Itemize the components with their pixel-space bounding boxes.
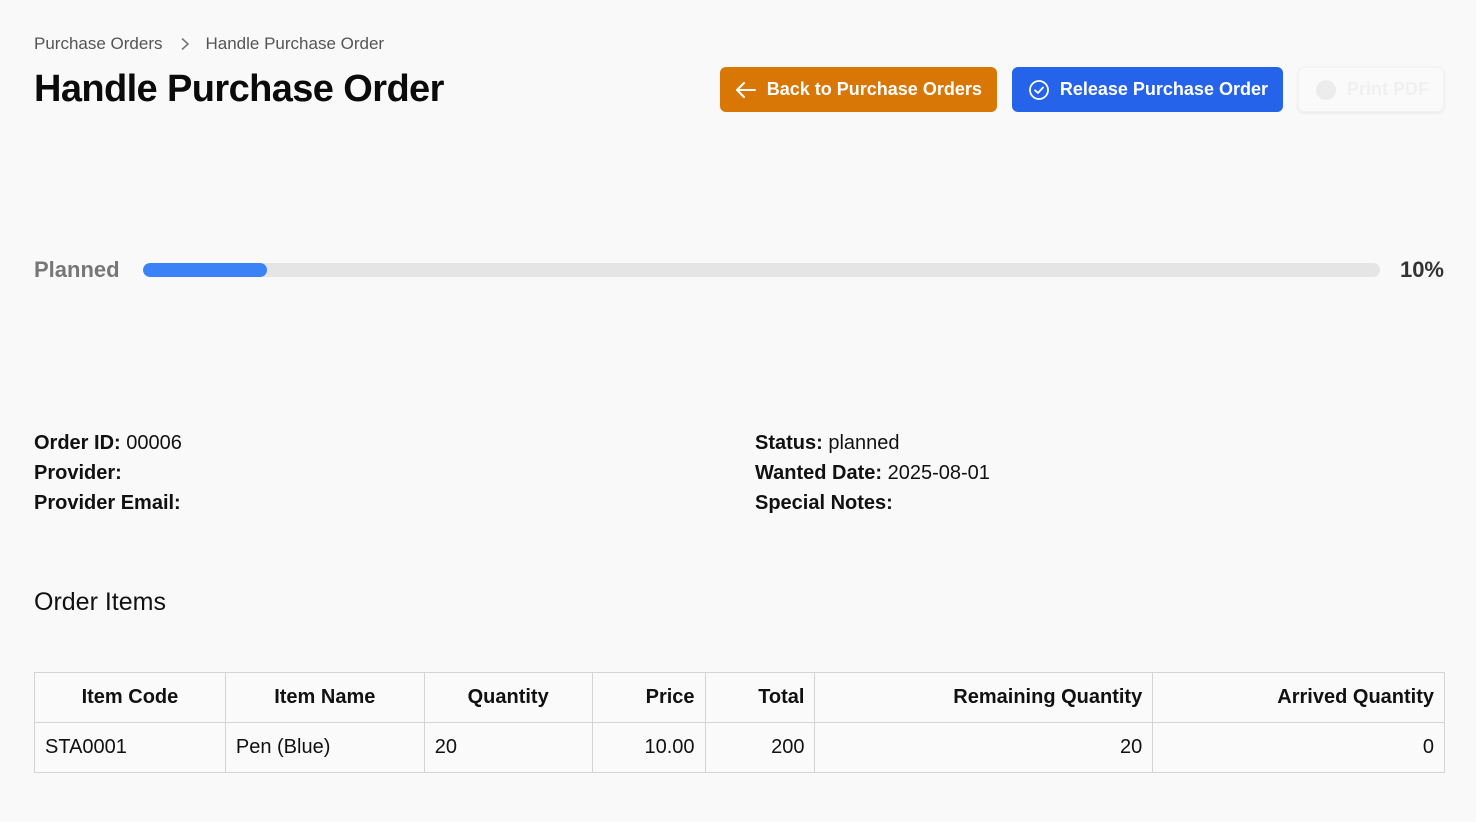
provider-email-label: Provider Email:	[34, 492, 181, 514]
special-notes-label: Special Notes:	[755, 492, 893, 514]
cell-remaining-quantity: 20	[814, 722, 1154, 773]
order-items-title: Order Items	[34, 588, 166, 616]
arrow-left-icon	[735, 81, 757, 99]
printer-icon	[1315, 79, 1337, 101]
order-id-row: Order ID: 00006	[34, 428, 182, 458]
cell-total: 200	[704, 722, 816, 773]
order-items-table: Item Code Item Name Quantity Price Total…	[34, 672, 1445, 773]
column-header-remaining-quantity: Remaining Quantity	[814, 672, 1154, 723]
table-header-row: Item Code Item Name Quantity Price Total…	[34, 672, 1445, 723]
provider-row: Provider:	[34, 458, 182, 488]
wanted-date-label: Wanted Date:	[755, 462, 883, 484]
order-info-left: Order ID: 00006 Provider: Provider Email…	[34, 428, 182, 518]
progress-fill	[143, 263, 267, 277]
action-bar: Back to Purchase Orders Release Purchase…	[719, 67, 1444, 112]
print-button-label: Print PDF	[1346, 79, 1429, 99]
column-header-item-name: Item Name	[224, 672, 425, 723]
cell-item-name: Pen (Blue)	[224, 722, 425, 773]
order-id-label: Order ID:	[34, 432, 121, 454]
release-button-label: Release Purchase Order	[1059, 79, 1268, 99]
column-header-item-code: Item Code	[34, 672, 226, 723]
back-to-purchase-orders-button[interactable]: Back to Purchase Orders	[719, 67, 997, 112]
wanted-date-value: 2025-08-01	[887, 462, 990, 484]
order-info-right: Status: planned Wanted Date: 2025-08-01 …	[755, 428, 990, 518]
back-button-label: Back to Purchase Orders	[766, 79, 982, 99]
special-notes-row: Special Notes:	[755, 488, 990, 518]
breadcrumb: Purchase Orders Handle Purchase Order	[34, 34, 384, 54]
cell-arrived-quantity: 0	[1152, 722, 1445, 773]
progress-track	[143, 263, 1380, 277]
order-id-value: 00006	[126, 432, 182, 454]
column-header-arrived-quantity: Arrived Quantity	[1152, 672, 1445, 723]
cell-quantity: 20	[423, 722, 593, 773]
order-progress: Planned 10%	[34, 254, 1444, 286]
page-title: Handle Purchase Order	[34, 68, 444, 110]
provider-email-row: Provider Email:	[34, 488, 182, 518]
status-label: Status:	[755, 432, 823, 454]
chevron-right-icon	[180, 37, 190, 51]
breadcrumb-purchase-orders[interactable]: Purchase Orders	[34, 34, 163, 54]
cell-price: 10.00	[591, 722, 706, 773]
wanted-date-row: Wanted Date: 2025-08-01	[755, 458, 990, 488]
breadcrumb-current: Handle Purchase Order	[205, 34, 385, 53]
provider-label: Provider:	[34, 462, 122, 484]
status-row: Status: planned	[755, 428, 990, 458]
progress-status-label: Planned	[34, 257, 120, 282]
status-value: planned	[828, 432, 900, 454]
check-circle-icon	[1028, 79, 1050, 101]
column-header-total: Total	[704, 672, 816, 723]
column-header-quantity: Quantity	[423, 672, 593, 723]
table-row: STA0001 Pen (Blue) 20 10.00 200 20 0	[34, 722, 1445, 773]
column-header-price: Price	[591, 672, 706, 723]
print-pdf-button[interactable]: Print PDF	[1297, 67, 1444, 112]
cell-item-code: STA0001	[34, 722, 226, 773]
release-purchase-order-button[interactable]: Release Purchase Order	[1011, 67, 1283, 112]
progress-percent: 10%	[1399, 257, 1444, 282]
